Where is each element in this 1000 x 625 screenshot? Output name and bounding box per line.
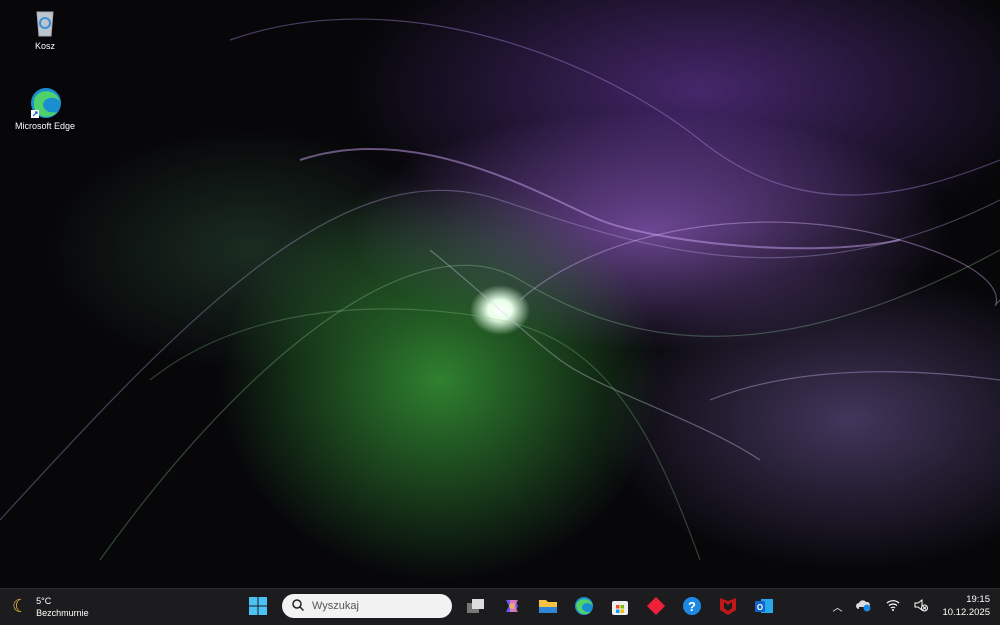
folder-icon	[539, 600, 557, 613]
store-icon	[612, 601, 628, 615]
copilot-button[interactable]	[500, 594, 524, 618]
task-view-icon	[467, 599, 484, 613]
search-icon	[292, 598, 305, 614]
windows-icon	[249, 597, 267, 615]
recycle-bin-icon	[29, 6, 61, 38]
clock-date: 10.12.2025	[942, 607, 990, 618]
taskbar: ☾ 5°C Bezchmurnie Wyszukaj ? O ︿ 19:15 1…	[0, 588, 1000, 625]
moon-icon: ☾	[12, 596, 29, 616]
file-explorer-button[interactable]	[536, 594, 560, 618]
svg-text:O: O	[757, 603, 763, 612]
red-diamond-icon	[647, 597, 665, 615]
show-hidden-icons-chevron-icon[interactable]: ︿	[832, 599, 842, 614]
volume-muted-icon[interactable]	[914, 598, 929, 615]
outlook-button[interactable]: O	[752, 594, 776, 618]
mcafee-button[interactable]	[716, 594, 740, 618]
help-icon: ?	[683, 597, 701, 615]
mcafee-shield-icon	[720, 598, 736, 615]
desktop-icon-label: Microsoft Edge	[14, 121, 76, 131]
weather-condition: Bezchmurnie	[36, 608, 89, 618]
start-button[interactable]	[246, 594, 270, 618]
desktop-wallpaper	[0, 0, 1000, 588]
edge-icon	[575, 597, 593, 615]
svg-text:?: ?	[688, 599, 696, 614]
clock[interactable]: 19:15 10.12.2025	[942, 593, 990, 619]
edge-taskbar-button[interactable]	[572, 594, 596, 618]
edge-icon	[29, 86, 61, 118]
outlook-icon: O	[755, 599, 773, 613]
search-placeholder: Wyszukaj	[312, 600, 359, 612]
weather-widget[interactable]: ☾ 5°C Bezchmurnie	[12, 595, 89, 619]
task-view-button[interactable]	[464, 594, 488, 618]
clock-time: 19:15	[966, 594, 990, 605]
desktop-icon-recycle-bin[interactable]: Kosz	[10, 6, 80, 51]
desktop-icon-edge[interactable]: Microsoft Edge	[10, 86, 80, 131]
wallpaper-swirls	[0, 18, 1000, 561]
wifi-icon[interactable]	[886, 599, 900, 614]
copilot-icon	[506, 600, 518, 612]
desktop-icon-label: Kosz	[34, 41, 55, 51]
weather-temp: 5°C	[36, 596, 52, 606]
onedrive-icon[interactable]	[856, 598, 872, 615]
store-button[interactable]	[608, 594, 632, 618]
help-button[interactable]: ?	[680, 594, 704, 618]
red-diamond-app-button[interactable]	[644, 594, 668, 618]
search-box[interactable]: Wyszukaj	[282, 594, 452, 618]
